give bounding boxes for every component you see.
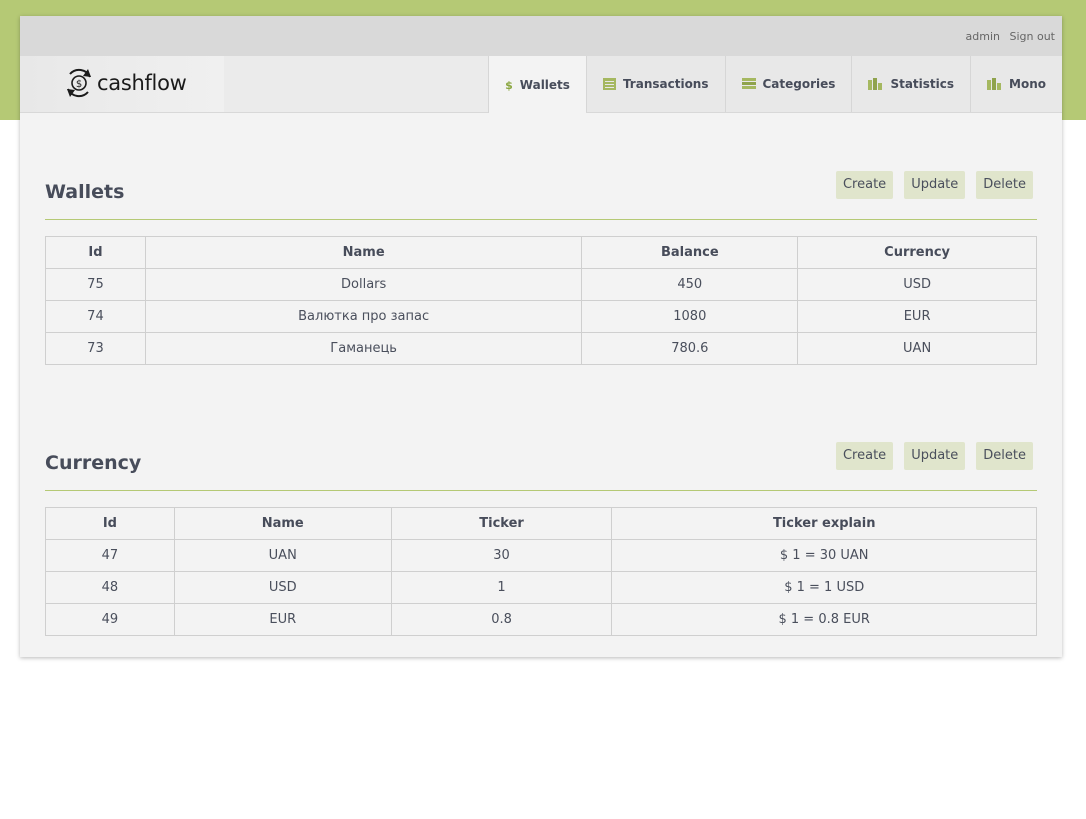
sign-out-link[interactable]: Sign out — [1009, 30, 1055, 43]
column-header: Balance — [581, 236, 799, 269]
currency-name-cell: USD — [173, 571, 392, 604]
currency-id-cell: 49 — [45, 603, 175, 636]
main-card: admin Sign out $ cashflow $ Wallets Tran… — [20, 16, 1062, 657]
update-wallet-button[interactable]: Update — [904, 171, 966, 199]
wallets-table: Id Name Balance Currency 75 Dollars 450 … — [45, 236, 1037, 365]
create-wallet-button[interactable]: Create — [835, 171, 894, 199]
wallet-name-cell: Гаманець — [144, 332, 583, 365]
wallet-balance-cell: 780.6 — [581, 332, 799, 365]
tab-label: Mono — [1009, 77, 1046, 91]
currency-name-cell: UAN — [173, 539, 392, 572]
wallet-name-cell: Dollars — [144, 268, 583, 301]
column-header: Currency — [797, 236, 1037, 269]
svg-text:$: $ — [505, 79, 513, 91]
column-header: Name — [144, 236, 583, 269]
cashflow-logo-icon: $ — [64, 66, 94, 100]
currency-name-cell: EUR — [173, 603, 392, 636]
table-row[interactable]: 49 EUR 0.8 $ 1 = 0.8 EUR — [45, 603, 1037, 636]
column-header: Ticker explain — [611, 507, 1037, 540]
logo[interactable]: $ cashflow — [64, 66, 187, 100]
currency-title: Currency — [45, 452, 142, 474]
wallets-header: Wallets Create Update Delete — [45, 171, 1037, 220]
wallet-id-cell: 73 — [45, 332, 146, 365]
currency-id-cell: 47 — [45, 539, 175, 572]
logo-text: cashflow — [97, 71, 187, 95]
wallet-balance-cell: 450 — [581, 268, 799, 301]
table-row[interactable]: 73 Гаманець 780.6 UAN — [45, 332, 1037, 365]
nav-tabs: $ Wallets Transactions Categories Statis… — [487, 56, 1062, 113]
table-row[interactable]: 74 Валютка про запас 1080 EUR — [45, 300, 1037, 333]
column-header: Name — [173, 507, 392, 540]
wallet-currency-cell: EUR — [797, 300, 1037, 333]
delete-wallet-button[interactable]: Delete — [976, 171, 1033, 199]
tab-label: Categories — [762, 77, 836, 91]
table-row[interactable]: 75 Dollars 450 USD — [45, 268, 1037, 301]
currency-explain-cell: $ 1 = 1 USD — [611, 571, 1037, 604]
currency-id-cell: 48 — [45, 571, 175, 604]
wallet-balance-cell: 1080 — [581, 300, 799, 333]
bar-chart-icon — [868, 78, 883, 90]
currency-table: Id Name Ticker Ticker explain 47 UAN 30 … — [45, 507, 1037, 636]
stack-icon — [741, 78, 756, 90]
wallets-section: Wallets Create Update Delete Id Name Bal… — [45, 171, 1037, 365]
logo-area: $ cashflow — [20, 56, 224, 112]
column-header: Id — [45, 507, 175, 540]
username-link[interactable]: admin — [966, 30, 1000, 43]
table-row[interactable]: 47 UAN 30 $ 1 = 30 UAN — [45, 539, 1037, 572]
list-icon — [602, 78, 616, 90]
delete-currency-button[interactable]: Delete — [976, 442, 1033, 470]
table-row[interactable]: 48 USD 1 $ 1 = 1 USD — [45, 571, 1037, 604]
top-bar: admin Sign out — [20, 16, 1062, 56]
currency-ticker-cell: 1 — [390, 571, 613, 604]
column-header: Ticker — [390, 507, 613, 540]
dollar-icon: $ — [505, 79, 513, 91]
wallets-actions: Create Update Delete — [825, 171, 1033, 199]
svg-text:$: $ — [76, 79, 82, 90]
navbar: $ cashflow $ Wallets Transactions Catego… — [20, 56, 1062, 113]
table-header-row: Id Name Ticker Ticker explain — [45, 507, 1037, 540]
currency-actions: Create Update Delete — [825, 442, 1033, 470]
tab-label: Statistics — [890, 77, 955, 91]
tab-label: Wallets — [519, 77, 570, 92]
wallet-currency-cell: USD — [797, 268, 1037, 301]
tab-label: Transactions — [622, 77, 709, 91]
column-header: Id — [45, 236, 146, 269]
wallet-currency-cell: UAN — [797, 332, 1037, 365]
update-currency-button[interactable]: Update — [904, 442, 966, 470]
currency-section: Currency Create Update Delete Id Name Ti… — [45, 442, 1037, 636]
currency-explain-cell: $ 1 = 30 UAN — [611, 539, 1037, 572]
wallets-title: Wallets — [45, 181, 125, 203]
wallet-id-cell: 74 — [45, 300, 146, 333]
tab-transactions[interactable]: Transactions — [585, 56, 725, 112]
currency-explain-cell: $ 1 = 0.8 EUR — [611, 603, 1037, 636]
wallet-id-cell: 75 — [45, 268, 146, 301]
currency-header: Currency Create Update Delete — [45, 442, 1037, 491]
bar-chart-icon — [987, 78, 1002, 90]
tab-categories[interactable]: Categories — [724, 56, 852, 112]
currency-ticker-cell: 30 — [390, 539, 613, 572]
tab-mono[interactable]: Mono — [970, 56, 1062, 112]
tab-statistics[interactable]: Statistics — [851, 56, 971, 112]
table-header-row: Id Name Balance Currency — [45, 236, 1037, 269]
wallet-name-cell: Валютка про запас — [144, 300, 583, 333]
tab-wallets[interactable]: $ Wallets — [487, 56, 586, 113]
user-links: admin Sign out — [960, 30, 1055, 43]
currency-ticker-cell: 0.8 — [390, 603, 613, 636]
create-currency-button[interactable]: Create — [835, 442, 894, 470]
